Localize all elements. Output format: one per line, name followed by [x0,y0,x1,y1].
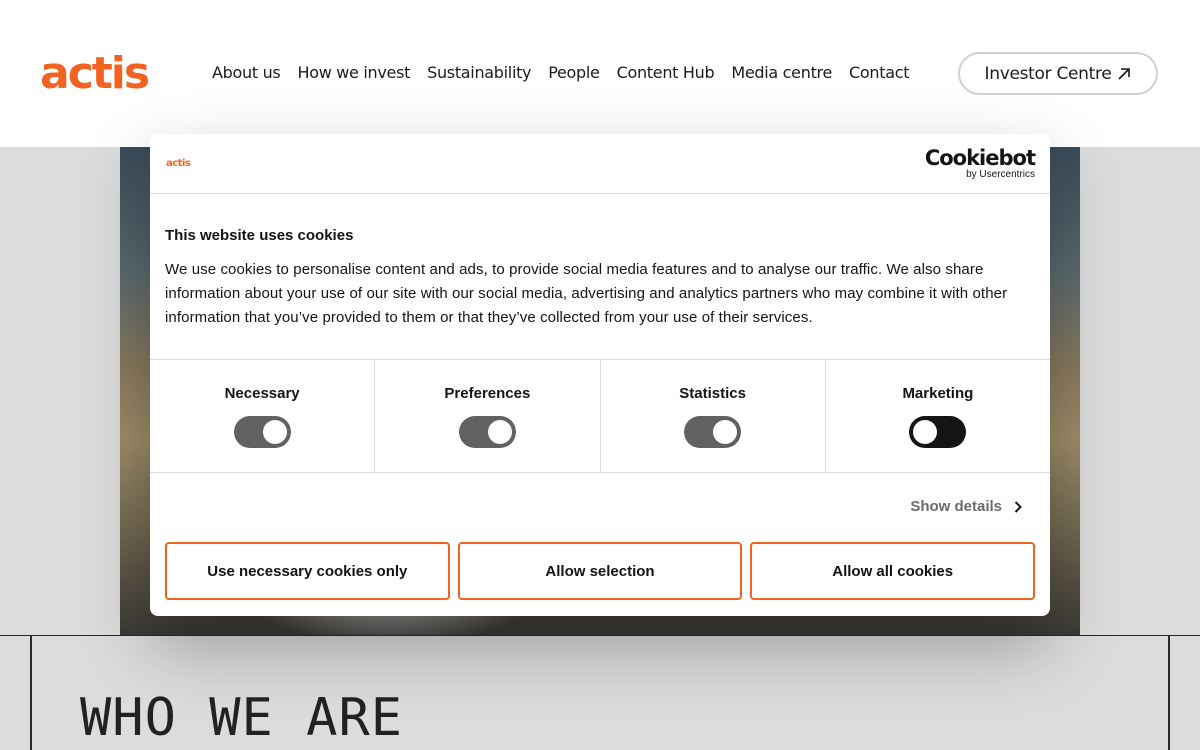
chevron-right-icon [1014,500,1022,513]
switch-knob [913,420,938,444]
nav-people[interactable]: People [548,62,600,84]
investor-centre-button[interactable]: Investor Centre [958,52,1158,95]
toggle-label: Necessary [224,385,300,402]
cookie-dialog-title: This website uses cookies [165,227,354,244]
cookiebot-logo[interactable]: Cookiebot by Usercentrics [924,146,1036,180]
cookie-dialog-header: actis Cookiebot by Usercentrics [150,134,1050,194]
site-logo[interactable]: actis [40,50,150,98]
nav-sustainability[interactable]: Sustainability [427,62,531,84]
switch-knob [487,420,512,444]
cookiebot-brand: Cookiebot [924,146,1036,170]
nav-about-us[interactable]: About us [212,62,281,84]
cookiebot-brand-sub: by Usercentrics [966,169,1035,180]
preferences-switch[interactable] [458,416,516,448]
allow-selection-button[interactable]: Allow selection [457,542,743,600]
switch-knob [713,420,738,444]
nav-content-hub[interactable]: Content Hub [617,62,715,84]
toggle-necessary: Necessary [150,360,376,472]
details-row: Show details [150,473,1050,542]
dialog-site-logo: actis [166,158,191,169]
nav-contact[interactable]: Contact [849,62,909,84]
cookie-action-buttons: Use necessary cookies only Allow selecti… [150,542,1050,600]
cookie-dialog-body: This website uses cookies We use cookies… [150,194,1050,359]
main-nav: About us How we invest Sustainability Pe… [212,62,926,84]
necessary-switch[interactable] [233,416,291,448]
toggle-label: Marketing [902,385,974,402]
toggle-preferences: Preferences [375,360,601,472]
investor-centre-label: Investor Centre [984,63,1112,84]
show-details-link[interactable]: Show details [910,498,1022,515]
marketing-switch[interactable] [909,416,967,448]
allow-all-cookies-button[interactable]: Allow all cookies [750,542,1036,600]
section-heading: WHO WE ARE [80,688,404,748]
cookie-dialog-text: We use cookies to personalise content an… [165,261,1008,326]
toggle-label: Preferences [444,385,531,402]
toggle-marketing: Marketing [826,360,1050,472]
nav-media-centre[interactable]: Media centre [731,62,832,84]
nav-how-we-invest[interactable]: How we invest [297,62,410,84]
statistics-switch[interactable] [684,416,742,448]
site-header: actis About us How we invest Sustainabil… [0,0,1200,147]
toggle-statistics: Statistics [601,360,826,472]
toggle-label: Statistics [679,385,746,402]
external-arrow-icon [1118,67,1131,80]
use-necessary-only-button[interactable]: Use necessary cookies only [165,542,450,600]
cookie-category-toggles: Necessary Preferences Statistics Marketi… [150,359,1050,473]
switch-knob [262,420,287,444]
cookie-consent-dialog: actis Cookiebot by Usercentrics This web… [150,134,1050,616]
show-details-label: Show details [910,498,1002,515]
